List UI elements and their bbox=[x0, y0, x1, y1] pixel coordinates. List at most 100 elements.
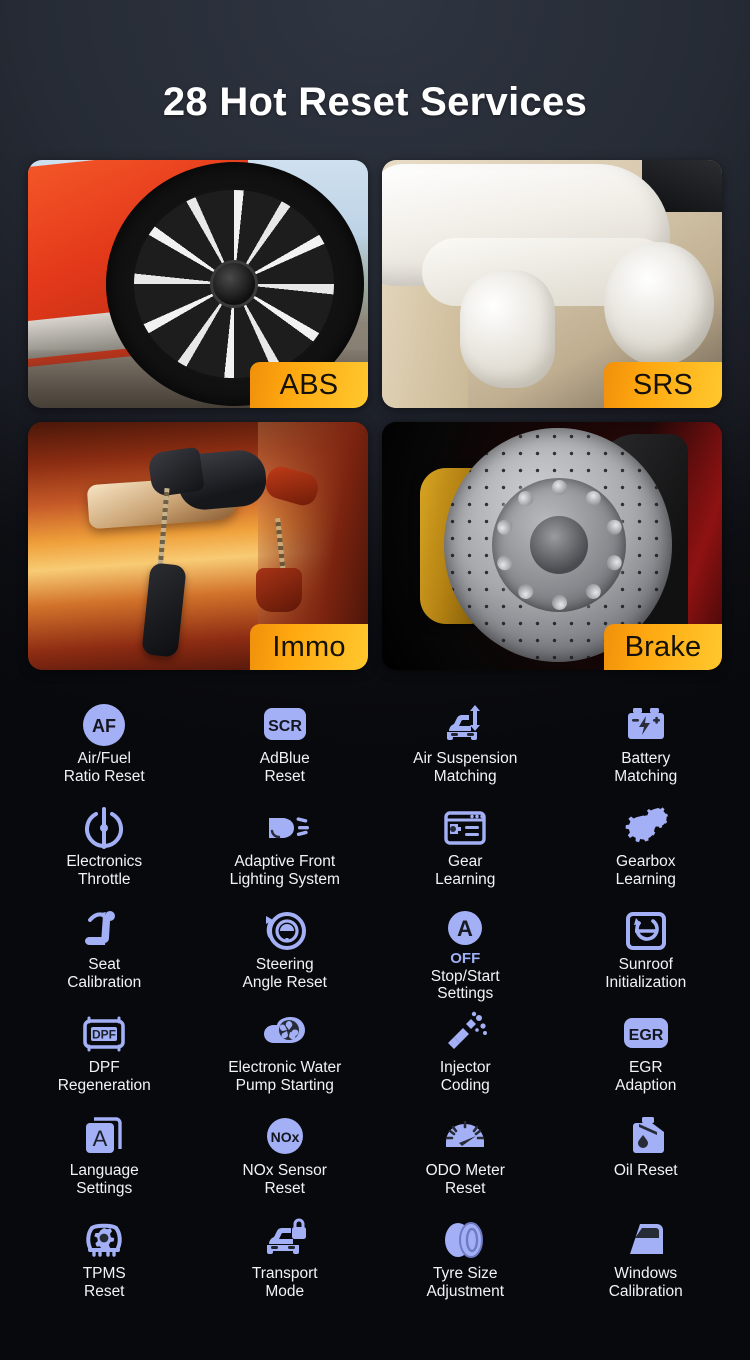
service-label: NOx Sensor Reset bbox=[243, 1162, 327, 1198]
service-item-injector-coding[interactable]: Injector Coding bbox=[375, 1003, 556, 1106]
service-label: Oil Reset bbox=[614, 1162, 678, 1180]
hero-card-srs[interactable]: SRS bbox=[382, 160, 722, 408]
throttle-icon bbox=[78, 803, 130, 851]
service-label-line2: Lighting System bbox=[229, 870, 340, 888]
service-item-dpf-regeneration[interactable]: DPF Regeneration bbox=[14, 1003, 195, 1106]
language-book-icon bbox=[78, 1112, 130, 1160]
service-label-line2: Learning bbox=[435, 870, 496, 888]
service-item-air-suspension-matching[interactable]: Air Suspension Matching bbox=[375, 694, 556, 797]
service-item-air-fuel-ratio-reset[interactable]: Air/Fuel Ratio Reset bbox=[14, 694, 195, 797]
service-label-line2: Ratio Reset bbox=[63, 767, 145, 785]
transport-lock-icon bbox=[259, 1215, 311, 1263]
dpf-badge-icon bbox=[78, 1009, 130, 1057]
service-label: Windows Calibration bbox=[609, 1265, 683, 1301]
service-label-line2: Settings bbox=[437, 985, 494, 1003]
service-label: TPMS Reset bbox=[83, 1265, 126, 1301]
oil-can-icon bbox=[620, 1112, 672, 1160]
service-label: Injector Coding bbox=[440, 1059, 491, 1095]
battery-icon bbox=[620, 700, 672, 748]
service-label-line1: Stop/Start bbox=[430, 967, 500, 985]
steering-wheel-icon bbox=[259, 906, 311, 954]
page-title: 28 Hot Reset Services bbox=[162, 80, 588, 124]
service-item-battery-matching[interactable]: Battery Matching bbox=[556, 694, 737, 797]
service-label-line2: Reset bbox=[264, 1179, 305, 1197]
air-suspension-icon bbox=[439, 700, 491, 748]
service-item-steering-angle-reset[interactable]: Steering Angle Reset bbox=[195, 900, 376, 1003]
service-label: Tyre Size Adjustment bbox=[426, 1265, 504, 1301]
service-label: AdBlue Reset bbox=[260, 750, 310, 786]
service-item-odo-meter-reset[interactable]: ODO Meter Reset bbox=[375, 1106, 556, 1209]
service-label: Air Suspension Matching bbox=[413, 750, 517, 786]
service-label: Electronics Throttle bbox=[66, 853, 142, 889]
service-sub-label: OFF bbox=[450, 950, 481, 967]
service-label-line1: Battery bbox=[621, 750, 671, 767]
service-label-line1: Transport bbox=[251, 1265, 318, 1282]
service-item-transport-mode[interactable]: Transport Mode bbox=[195, 1209, 376, 1312]
service-item-language-settings[interactable]: Language Settings bbox=[14, 1106, 195, 1209]
service-label: Seat Calibration bbox=[67, 956, 141, 992]
service-item-adaptive-front-lighting-system[interactable]: Adaptive Front Lighting System bbox=[195, 797, 376, 900]
service-label: Gear Learning bbox=[435, 853, 495, 889]
service-label-line2: Settings bbox=[76, 1179, 133, 1197]
service-item-nox-sensor-reset[interactable]: NOx Sensor Reset bbox=[195, 1106, 376, 1209]
service-label-line2: Matching bbox=[433, 767, 497, 785]
service-item-tpms-reset[interactable]: TPMS Reset bbox=[14, 1209, 195, 1312]
service-label-line1: Oil Reset bbox=[613, 1162, 678, 1179]
service-item-oil-reset[interactable]: Oil Reset bbox=[556, 1106, 737, 1209]
hero-card-immo[interactable]: Immo bbox=[28, 422, 368, 670]
hero-badge-brake: Brake bbox=[604, 624, 722, 670]
gears-icon bbox=[620, 803, 672, 851]
sunroof-icon bbox=[620, 906, 672, 954]
service-label-line1: Tyre Size bbox=[432, 1265, 498, 1282]
service-item-stop-start-settings[interactable]: OFF Stop/Start Settings bbox=[375, 900, 556, 1003]
service-item-adblue-reset[interactable]: AdBlue Reset bbox=[195, 694, 376, 797]
service-item-electronics-throttle[interactable]: Electronics Throttle bbox=[14, 797, 195, 900]
service-label-line2: Coding bbox=[440, 1076, 490, 1094]
service-label: DPF Regeneration bbox=[58, 1059, 151, 1095]
service-item-egr-adaption[interactable]: EGR Adaption bbox=[556, 1003, 737, 1106]
service-label-line2: Reset bbox=[84, 1282, 125, 1300]
hero-badge-abs: ABS bbox=[250, 362, 368, 408]
gear-panel-icon bbox=[439, 803, 491, 851]
service-label-line1: Steering bbox=[255, 956, 314, 973]
service-label-line2: Matching bbox=[614, 767, 678, 785]
service-label-line1: Injector bbox=[439, 1059, 491, 1076]
car-seat-icon bbox=[78, 906, 130, 954]
service-label-line2: Reset bbox=[264, 767, 305, 785]
hero-card-brake[interactable]: Brake bbox=[382, 422, 722, 670]
service-item-tyre-size-adjustment[interactable]: Tyre Size Adjustment bbox=[375, 1209, 556, 1312]
egr-badge-icon bbox=[620, 1009, 672, 1057]
tyre-icon bbox=[439, 1215, 491, 1263]
service-item-gearbox-learning[interactable]: Gearbox Learning bbox=[556, 797, 737, 900]
service-label-line1: Electronic Water bbox=[228, 1059, 342, 1076]
service-label-line1: Adaptive Front bbox=[234, 853, 336, 870]
service-item-sunroof-initialization[interactable]: Sunroof Initialization bbox=[556, 900, 737, 1003]
water-pump-icon bbox=[259, 1009, 311, 1057]
headlight-icon bbox=[259, 803, 311, 851]
service-label-line1: Language bbox=[69, 1162, 139, 1179]
nox-badge-icon bbox=[259, 1112, 311, 1160]
service-label-line1: DPF bbox=[88, 1059, 120, 1076]
service-label-line2: Regeneration bbox=[57, 1076, 151, 1094]
service-item-electronic-water-pump-starting[interactable]: Electronic Water Pump Starting bbox=[195, 1003, 376, 1106]
hero-card-abs[interactable]: ABS bbox=[28, 160, 368, 408]
service-label-line1: EGR bbox=[628, 1059, 663, 1076]
car-door-window-icon bbox=[620, 1215, 672, 1263]
service-label: Air/Fuel Ratio Reset bbox=[64, 750, 145, 786]
service-item-seat-calibration[interactable]: Seat Calibration bbox=[14, 900, 195, 1003]
af-badge-icon bbox=[78, 700, 130, 748]
service-label-line1: NOx Sensor bbox=[242, 1162, 327, 1179]
service-label-line1: Electronics bbox=[66, 853, 143, 870]
service-label-line2: Learning bbox=[615, 870, 676, 888]
service-label: Battery Matching bbox=[614, 750, 677, 786]
service-item-gear-learning[interactable]: Gear Learning bbox=[375, 797, 556, 900]
service-label: Transport Mode bbox=[252, 1265, 318, 1301]
promo-page: 28 Hot Reset Services ABS SRS Immo Brake… bbox=[0, 0, 750, 1360]
service-label: Adaptive Front Lighting System bbox=[230, 853, 340, 889]
service-label-line2: Initialization bbox=[605, 973, 687, 991]
service-item-windows-calibration[interactable]: Windows Calibration bbox=[556, 1209, 737, 1312]
service-label-line1: Air Suspension bbox=[413, 750, 518, 767]
hero-card-grid: ABS SRS Immo Brake bbox=[0, 160, 750, 670]
service-label: Language Settings bbox=[70, 1162, 139, 1198]
service-label: EGR Adaption bbox=[615, 1059, 676, 1095]
